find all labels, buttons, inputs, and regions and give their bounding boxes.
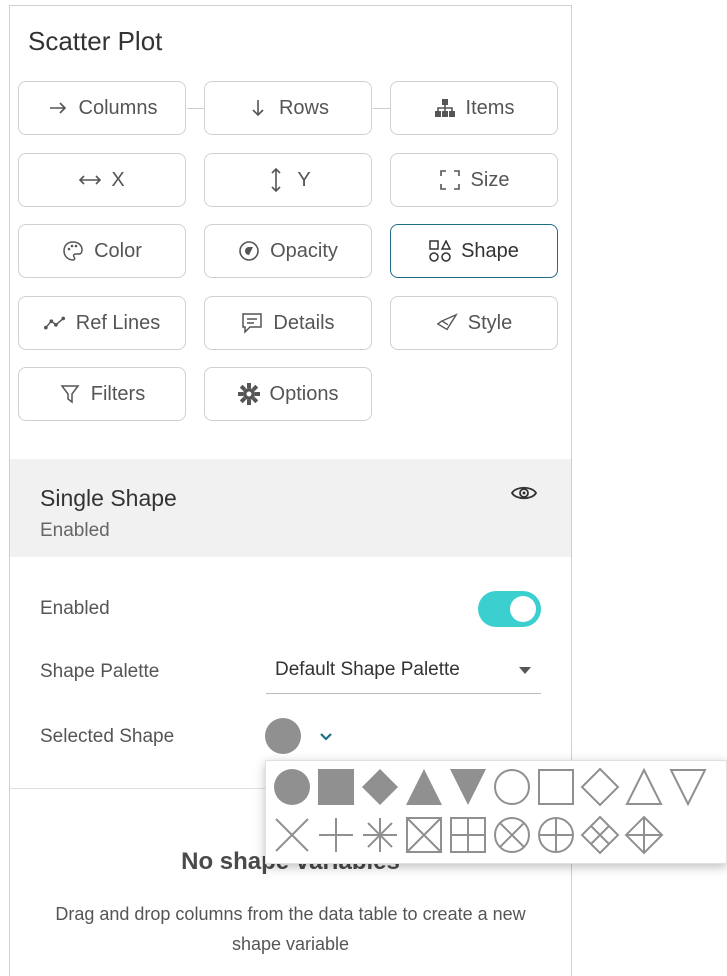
- triangle-down-outline-shape-icon[interactable]: [668, 767, 708, 807]
- circle-shape-icon[interactable]: [272, 767, 312, 807]
- options-label: Options: [269, 382, 339, 405]
- arrow-up-down-icon: [265, 168, 287, 192]
- asterisk-shape-icon[interactable]: [360, 815, 400, 855]
- columns-label: Columns: [78, 96, 158, 119]
- filters-label: Filters: [90, 382, 146, 405]
- connector: [187, 108, 204, 109]
- arrow-left-right-icon: [79, 169, 102, 191]
- panel-title: Scatter Plot: [28, 26, 163, 56]
- section-subtitle: Enabled: [40, 520, 110, 541]
- style-label: Style: [467, 311, 513, 334]
- filter-icon: [59, 383, 81, 405]
- comment-icon: [241, 312, 263, 334]
- rows-label: Rows: [278, 96, 329, 119]
- details-label: Details: [273, 311, 335, 334]
- ref-lines-button[interactable]: Ref Lines: [18, 296, 186, 350]
- expand-corners-icon: [439, 169, 461, 191]
- shape-palette-label: Shape Palette: [40, 661, 160, 682]
- arrow-down-icon: [247, 97, 269, 119]
- shape-palette-select[interactable]: Default Shape Palette: [266, 654, 541, 694]
- x-label: X: [111, 168, 125, 191]
- enabled-label: Enabled: [40, 598, 110, 619]
- opacity-icon: [238, 240, 260, 262]
- triangle-up-shape-icon[interactable]: [404, 767, 444, 807]
- opacity-label: Opacity: [270, 239, 338, 262]
- color-label: Color: [94, 239, 142, 262]
- eye-icon[interactable]: [510, 483, 540, 507]
- color-button[interactable]: Color: [18, 224, 186, 278]
- toggle-knob: [510, 596, 536, 622]
- selected-shape-label: Selected Shape: [40, 726, 175, 747]
- options-button[interactable]: Options: [204, 367, 372, 421]
- filters-button[interactable]: Filters: [18, 367, 186, 421]
- arrow-right-icon: [47, 97, 69, 119]
- shape-label: Shape: [461, 239, 519, 262]
- circle-outline-shape-icon[interactable]: [492, 767, 532, 807]
- items-label: Items: [465, 96, 515, 119]
- y-label: Y: [297, 168, 311, 191]
- details-button[interactable]: Details: [204, 296, 372, 350]
- gear-icon: [237, 383, 260, 405]
- shape-button[interactable]: Shape: [390, 224, 558, 278]
- x-button[interactable]: X: [18, 153, 186, 207]
- diamond-x-shape-icon[interactable]: [580, 815, 620, 855]
- empty-state-description: Drag and drop columns from the data tabl…: [55, 904, 526, 954]
- y-button[interactable]: Y: [204, 153, 372, 207]
- dropdown-caret-icon: [519, 667, 531, 674]
- line-chart-icon: [43, 312, 66, 334]
- square-plus-shape-icon[interactable]: [448, 815, 488, 855]
- items-button[interactable]: Items: [390, 81, 558, 135]
- square-outline-shape-icon[interactable]: [536, 767, 576, 807]
- style-button[interactable]: Style: [390, 296, 558, 350]
- circle-x-shape-icon[interactable]: [492, 815, 532, 855]
- selected-shape-dropdown[interactable]: [264, 716, 344, 756]
- shape-picker-popup: [265, 760, 727, 864]
- palette-icon: [62, 240, 84, 262]
- size-label: Size: [470, 168, 510, 191]
- ref-lines-label: Ref Lines: [75, 311, 161, 334]
- chevron-down-icon: [320, 733, 332, 741]
- circle-plus-shape-icon[interactable]: [536, 815, 576, 855]
- selected-circle-icon: [265, 718, 301, 754]
- triangle-down-shape-icon[interactable]: [448, 767, 488, 807]
- diamond-outline-shape-icon[interactable]: [580, 767, 620, 807]
- brush-icon: [436, 312, 458, 334]
- connector: [373, 108, 390, 109]
- diamond-shape-icon[interactable]: [360, 767, 400, 807]
- shape-palette-value: Default Shape Palette: [275, 659, 460, 680]
- opacity-button[interactable]: Opacity: [204, 224, 372, 278]
- shapes-icon: [429, 240, 452, 262]
- square-shape-icon[interactable]: [316, 767, 356, 807]
- size-button[interactable]: Size: [390, 153, 558, 207]
- diamond-plus-shape-icon[interactable]: [624, 815, 664, 855]
- single-shape-header[interactable]: Single Shape Enabled: [10, 459, 571, 557]
- x-cross-shape-icon[interactable]: [272, 815, 312, 855]
- hierarchy-icon: [434, 97, 456, 119]
- enabled-toggle[interactable]: [478, 591, 541, 627]
- triangle-up-outline-shape-icon[interactable]: [624, 767, 664, 807]
- columns-button[interactable]: Columns: [18, 81, 186, 135]
- rows-button[interactable]: Rows: [204, 81, 372, 135]
- square-x-shape-icon[interactable]: [404, 815, 444, 855]
- section-title: Single Shape: [40, 485, 177, 511]
- plus-shape-icon[interactable]: [316, 815, 356, 855]
